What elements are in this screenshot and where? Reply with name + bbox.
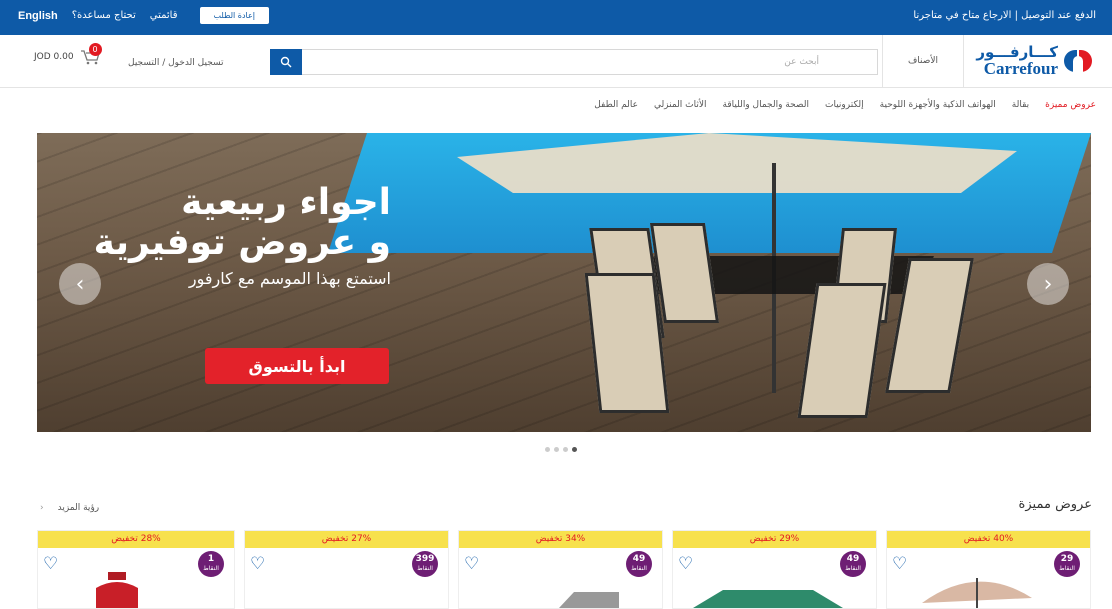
nav-item-health-beauty[interactable]: الصحة والجمال واللياقة — [723, 100, 809, 110]
promo-text: الدفع عند التوصيل | الارجاع متاح في متاج… — [913, 10, 1096, 21]
featured-section-title: عروض مميزة — [1018, 497, 1092, 512]
product-card[interactable]: 40% تخفيض ♡ 29 النقاط — [886, 530, 1091, 609]
discount-badge: 40% تخفيض — [887, 531, 1090, 548]
carousel-dot[interactable] — [554, 447, 559, 452]
points-badge: 399 النقاط — [412, 551, 438, 577]
banner-subtitle: استمتع بهذا الموسم مع كارفور — [188, 269, 391, 289]
points-badge: 49 النقاط — [840, 551, 866, 577]
see-more-label: رؤية المزيد — [57, 503, 100, 513]
chevron-right-icon: › — [1043, 271, 1053, 297]
chair-image — [584, 273, 670, 413]
main-nav: عروض مميزة بقالة الهواتف الذكية والأجهزة… — [0, 89, 1112, 123]
top-bar: الدفع عند التوصيل | الارجاع متاح في متاج… — [0, 0, 1112, 35]
carousel-prev-button[interactable]: ‹ — [59, 263, 101, 305]
carousel-dot-active[interactable] — [572, 447, 577, 452]
search-input[interactable]: أبحث عن — [784, 57, 819, 67]
help-link[interactable]: تحتاج مساعدة؟ — [72, 10, 136, 21]
nav-item-furniture[interactable]: الأثاث المنزلي — [654, 100, 707, 110]
discount-badge: 28% تخفيض — [38, 531, 234, 548]
top-links: English تحتاج مساعدة؟ قائمتي إعادة الطلب — [18, 7, 269, 24]
categories-menu[interactable]: الأصناف — [882, 35, 964, 87]
points-badge: 49 النقاط — [626, 551, 652, 577]
cart-total: JOD 0.00 — [34, 52, 74, 62]
nav-item-phones[interactable]: الهواتف الذكية والأجهزة اللوحية — [880, 100, 996, 110]
cart[interactable]: JOD 0.00 0 — [34, 43, 102, 65]
logo-english: Carrefour — [983, 59, 1058, 78]
nav-item-baby[interactable]: عالم الطفل — [594, 100, 638, 110]
carrefour-logo[interactable]: كـــارفـــور Carrefour — [976, 45, 1094, 77]
product-card[interactable]: 34% تخفيض ♡ 49 النقاط — [458, 530, 663, 609]
heart-icon[interactable]: ♡ — [678, 554, 693, 574]
cart-count-badge: 0 — [88, 43, 102, 56]
heart-icon[interactable]: ♡ — [892, 554, 907, 574]
carousel-dot[interactable] — [545, 447, 550, 452]
discount-badge: 27% تخفيض — [245, 531, 448, 548]
reorder-button[interactable]: إعادة الطلب — [199, 7, 269, 24]
product-carousel: 40% تخفيض ♡ 29 النقاط 29% تخفيض ♡ 49 النقا… — [37, 530, 1091, 609]
chair-product-image — [559, 592, 619, 608]
start-shopping-button[interactable]: ابدأ بالتسوق — [205, 348, 389, 384]
login-link[interactable]: تسجيل الدخول / التسجيل — [128, 58, 224, 68]
carousel-next-button[interactable]: › — [1027, 263, 1069, 305]
product-card[interactable]: 29% تخفيض ♡ 49 النقاط — [672, 530, 877, 609]
banner-headline: اجواء ربيعية و عروض توفيرية استمتع بهذا … — [94, 183, 391, 288]
my-lists-link[interactable]: قائمتي — [150, 10, 178, 21]
chevron-left-icon: ‹ — [75, 271, 85, 297]
header: كـــارفـــور Carrefour الأصناف أبحث عن ت… — [0, 35, 1112, 88]
search-bar[interactable]: أبحث عن — [270, 49, 878, 75]
carousel-dots — [545, 447, 577, 452]
banner-line-1: اجواء ربيعية — [181, 182, 391, 223]
language-switch[interactable]: English — [18, 10, 58, 22]
discount-badge: 29% تخفيض — [673, 531, 876, 548]
heart-icon[interactable]: ♡ — [43, 554, 58, 574]
discount-badge: 34% تخفيض — [459, 531, 662, 548]
cart-icon: 0 — [80, 43, 102, 65]
nav-item-electronics[interactable]: إلكترونيات — [825, 100, 864, 110]
gazebo-product-image — [693, 590, 843, 608]
search-button[interactable] — [270, 49, 302, 75]
points-badge: 1 النقاط — [198, 551, 224, 577]
logo-arabic: كـــارفـــور — [976, 43, 1058, 61]
bottle-product-image — [96, 572, 138, 608]
umbrella-product-image — [922, 578, 1032, 608]
points-badge: 29 النقاط — [1054, 551, 1080, 577]
see-more-link[interactable]: رؤية المزيد ‹ — [40, 503, 99, 513]
nav-item-grocery[interactable]: بقالة — [1012, 100, 1029, 110]
carousel-dot[interactable] — [563, 447, 568, 452]
product-card[interactable]: 27% تخفيض ♡ 399 النقاط — [244, 530, 449, 609]
hero-banner[interactable]: اجواء ربيعية و عروض توفيرية استمتع بهذا … — [37, 133, 1091, 432]
chevron-left-icon: ‹ — [40, 503, 44, 513]
search-icon — [280, 56, 292, 68]
carrefour-icon — [1064, 48, 1094, 74]
heart-icon[interactable]: ♡ — [250, 554, 265, 574]
product-card[interactable]: 28% تخفيض ♡ 1 النقاط — [37, 530, 235, 609]
banner-line-2: و عروض توفيرية — [93, 221, 391, 263]
nav-item-featured-offers[interactable]: عروض مميزة — [1045, 100, 1096, 110]
heart-icon[interactable]: ♡ — [464, 554, 479, 574]
